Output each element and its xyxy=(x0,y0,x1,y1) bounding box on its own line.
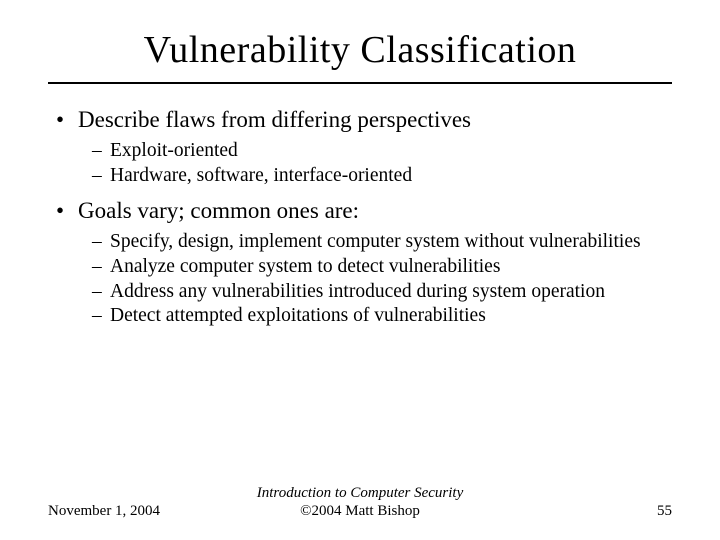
footer-date: November 1, 2004 xyxy=(48,503,256,520)
sub-item: Analyze computer system to detect vulner… xyxy=(92,255,672,279)
sub-item: Exploit-oriented xyxy=(92,139,672,163)
sub-item: Address any vulnerabilities introduced d… xyxy=(92,280,672,304)
list-item: Describe flaws from differing perspectiv… xyxy=(54,106,672,187)
sub-list: Exploit-oriented Hardware, software, int… xyxy=(78,139,672,188)
slide-footer: November 1, 2004 Introduction to Compute… xyxy=(48,484,672,520)
sub-item: Detect attempted exploitations of vulner… xyxy=(92,304,672,328)
sub-list: Specify, design, implement computer syst… xyxy=(78,230,672,328)
footer-book-title: Introduction to Computer Security xyxy=(256,484,464,502)
title-underline xyxy=(48,82,672,84)
list-item: Goals vary; common ones are: Specify, de… xyxy=(54,197,672,328)
bullet-text: Describe flaws from differing perspectiv… xyxy=(78,107,471,132)
bullet-list: Describe flaws from differing perspectiv… xyxy=(54,106,672,328)
sub-item: Hardware, software, interface-oriented xyxy=(92,164,672,188)
footer-center: Introduction to Computer Security ©2004 … xyxy=(256,484,464,520)
slide-title: Vulnerability Classification xyxy=(48,28,672,72)
slide-content: Describe flaws from differing perspectiv… xyxy=(48,106,672,328)
slide: Vulnerability Classification Describe fl… xyxy=(0,0,720,540)
footer-copyright: ©2004 Matt Bishop xyxy=(256,502,464,520)
sub-item: Specify, design, implement computer syst… xyxy=(92,230,672,254)
footer-page-number: 55 xyxy=(464,503,672,520)
bullet-text: Goals vary; common ones are: xyxy=(78,198,359,223)
